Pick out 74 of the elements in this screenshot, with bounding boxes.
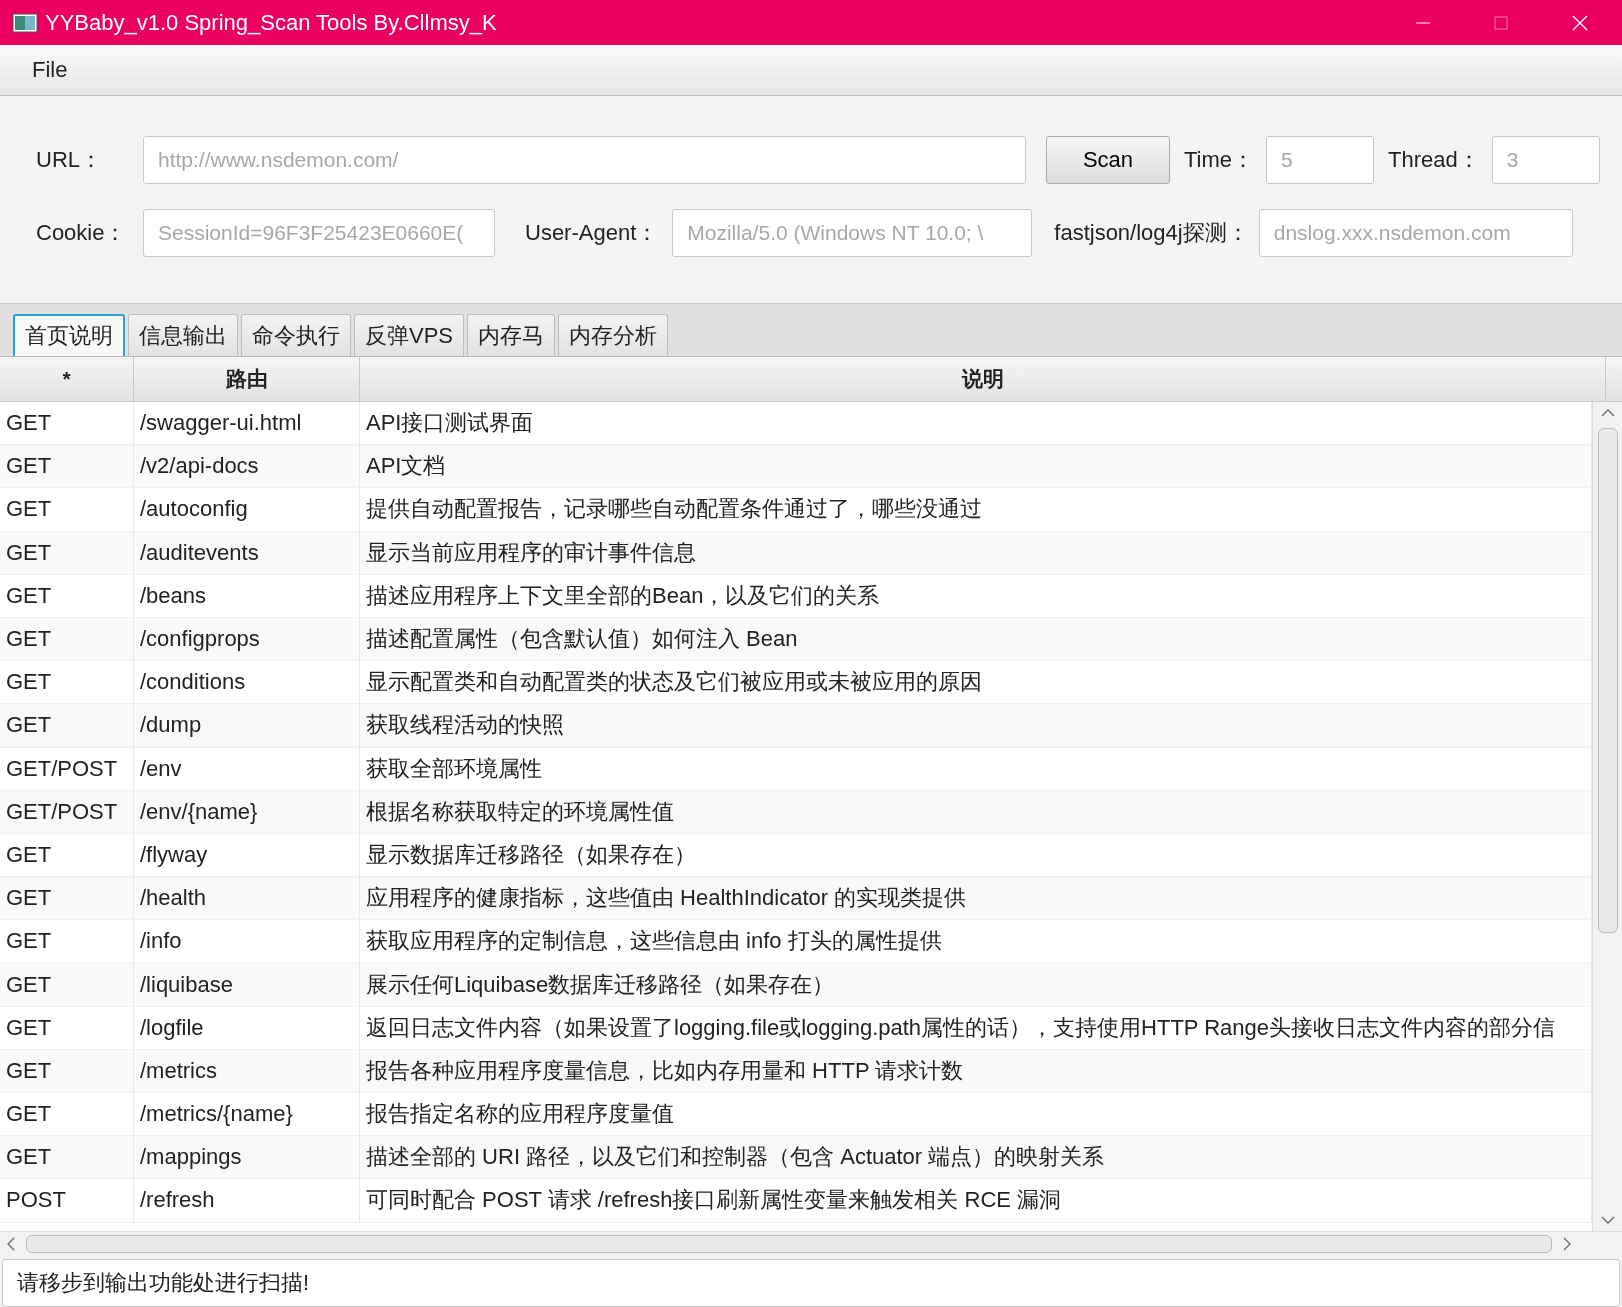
close-icon[interactable] <box>1572 14 1588 31</box>
table-cell: GET <box>0 402 134 445</box>
column-header[interactable]: 说明 <box>360 357 1606 401</box>
url-field[interactable]: http://www.nsdemon.com/ <box>143 136 1026 184</box>
field-label: Thread： <box>1388 146 1480 174</box>
table-cell: /metrics/{name} <box>134 1093 360 1136</box>
app-icon <box>12 12 38 33</box>
scroll-thumb[interactable] <box>26 1235 1552 1253</box>
table-cell: GET <box>0 445 134 488</box>
table-cell: /logfile <box>134 1006 360 1049</box>
field-label: fastjson/log4j探测： <box>1054 219 1249 247</box>
scan-button[interactable]: Scan <box>1046 136 1170 184</box>
scroll-right-icon[interactable] <box>1562 1237 1572 1251</box>
table-cell: /configprops <box>134 617 360 661</box>
table-cell: GET <box>0 488 134 531</box>
window-title: YYBaby_v1.0 Spring_Scan Tools By.Cllmsy_K <box>45 9 497 36</box>
status-field[interactable]: 请移步到输出功能处进行扫描! <box>2 1259 1620 1307</box>
tab[interactable]: 反弹VPS <box>354 314 465 356</box>
table-cell: GET <box>0 617 134 661</box>
table-cell: /env/{name} <box>134 790 360 833</box>
table-cell: GET <box>0 574 134 617</box>
tab[interactable]: 信息输出 <box>128 314 238 356</box>
table-cell: /v2/api-docs <box>134 445 360 488</box>
table-cell: GET <box>0 1136 134 1179</box>
vertical-scrollbar[interactable] <box>1592 402 1622 1231</box>
table-cell: POST <box>0 1179 134 1222</box>
table-cell: /refresh <box>134 1179 360 1222</box>
table-cell: /beans <box>134 574 360 617</box>
tab[interactable]: 内存马 <box>467 314 556 356</box>
table-cell: GET <box>0 920 134 963</box>
table-cell: GET <box>0 833 134 877</box>
table-cell: /health <box>134 877 360 920</box>
table-cell: /mappings <box>134 1136 360 1179</box>
table-cell: /metrics <box>134 1049 360 1092</box>
table-cell: /liquibase <box>134 963 360 1006</box>
time-field[interactable]: 5 <box>1266 136 1375 184</box>
thread-field[interactable]: 3 <box>1491 136 1600 184</box>
tab[interactable]: 命令执行 <box>241 314 351 356</box>
field-label: URL： <box>36 146 103 174</box>
table-cell: /auditevents <box>134 531 360 574</box>
column-header[interactable]: 路由 <box>134 357 360 401</box>
scroll-up-icon[interactable] <box>1600 408 1615 418</box>
scroll-left-icon[interactable] <box>6 1237 16 1251</box>
table-cell: GET <box>0 704 134 747</box>
field-label: Time： <box>1184 146 1255 174</box>
table-cell: /dump <box>134 704 360 747</box>
table-cell: GET <box>0 877 134 920</box>
scroll-thumb[interactable] <box>1597 428 1618 933</box>
table-cell: GET <box>0 531 134 574</box>
table-cell: /swagger-ui.html <box>134 402 360 445</box>
cookie-field[interactable]: SessionId=96F3F25423E0660E( <box>143 209 495 257</box>
table-cell: /env <box>134 747 360 790</box>
user-agent-field[interactable]: Mozilla/5.0 (Windows NT 10.0; \ <box>672 209 1033 257</box>
tab[interactable]: 内存分析 <box>558 314 669 356</box>
table-cell: GET/POST <box>0 790 134 833</box>
table-cell: /conditions <box>134 661 360 704</box>
table-cell: GET/POST <box>0 747 134 790</box>
table-cell: /info <box>134 920 360 963</box>
table-cell: GET <box>0 661 134 704</box>
maximize-icon <box>1494 15 1508 30</box>
field-label: Cookie： <box>36 219 128 247</box>
column-header[interactable]: * <box>0 357 134 401</box>
table-cell: GET <box>0 1006 134 1049</box>
table-cell: GET <box>0 963 134 1006</box>
scroll-down-icon[interactable] <box>1600 1215 1615 1225</box>
dnslog-field[interactable]: dnslog.xxx.nsdemon.com <box>1258 209 1573 257</box>
tab[interactable]: 首页说明 <box>13 314 125 356</box>
field-label: User-Agent： <box>525 219 659 247</box>
table-cell: /flyway <box>134 833 360 877</box>
horizontal-scrollbar[interactable] <box>0 1231 1622 1256</box>
table-cell: GET <box>0 1093 134 1136</box>
table-cell: /autoconfig <box>134 488 360 531</box>
table-cell: GET <box>0 1049 134 1092</box>
menu-item[interactable]: File <box>32 57 68 83</box>
